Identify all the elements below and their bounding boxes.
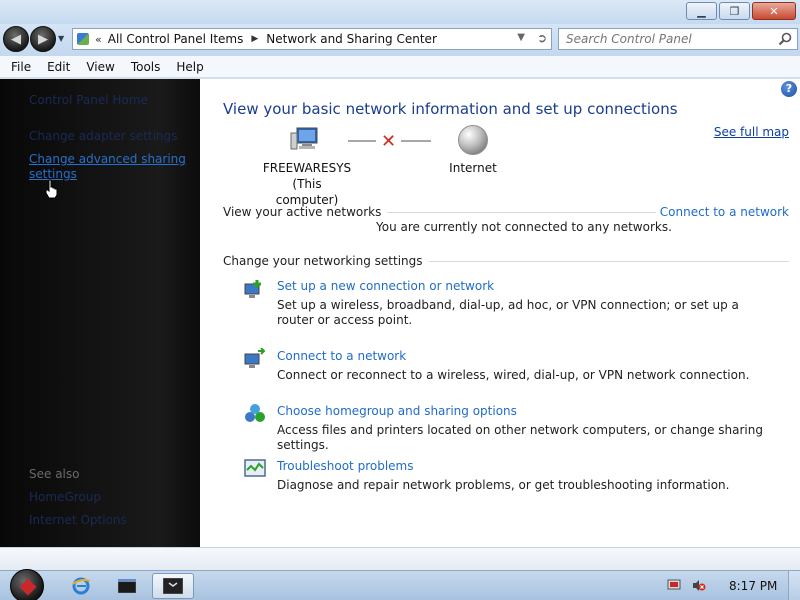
connection-line-right (401, 140, 431, 142)
breadcrumb-separator-icon[interactable]: ▶ (251, 34, 258, 44)
connect-network-description: Connect or reconnect to a wireless, wire… (277, 368, 750, 382)
taskbar-command-prompt[interactable] (106, 573, 148, 599)
internet-explorer-icon (72, 577, 91, 595)
computer-subtitle: (This computer) (275, 177, 339, 207)
taskbar-control-panel[interactable] (152, 573, 194, 599)
troubleshoot-icon (244, 459, 266, 477)
sidebar: Control Panel Home Change adapter settin… (0, 79, 200, 547)
search-icon[interactable] (778, 32, 792, 46)
networking-settings-heading: Change your networking settings (223, 254, 423, 268)
task-setup-connection: Set up a new connection or network Set u… (277, 279, 767, 328)
close-icon: ✕ (769, 4, 779, 18)
task-homegroup-sharing: Choose homegroup and sharing options Acc… (277, 404, 767, 453)
internet-label: Internet (449, 161, 497, 175)
main-content: ? View your basic network information an… (200, 79, 800, 547)
page-title: View your basic network information and … (223, 100, 678, 118)
volume-muted-icon[interactable] (692, 579, 706, 592)
control-panel-window-icon (163, 578, 183, 594)
menu-bar: File Edit View Tools Help (0, 56, 800, 78)
see-full-map-link[interactable]: See full map (714, 125, 789, 139)
taskbar-internet-explorer[interactable] (60, 573, 102, 599)
menu-edit[interactable]: Edit (39, 60, 78, 74)
troubleshoot-link[interactable]: Troubleshoot problems (277, 459, 767, 473)
setup-connection-link[interactable]: Set up a new connection or network (277, 279, 767, 293)
internet-globe-icon (458, 125, 488, 155)
search-box (558, 28, 798, 50)
address-history-dropdown-icon[interactable]: ▼ (517, 32, 525, 43)
breadcrumb-overflow-icon[interactable]: « (95, 33, 102, 46)
sidebar-link-change-adapter-settings[interactable]: Change adapter settings (29, 129, 177, 143)
new-connection-icon (244, 280, 261, 298)
computer-node[interactable]: FREEWARESYS (This computer) (262, 160, 352, 208)
arrow-left-icon: ◀ (11, 31, 21, 47)
see-also-heading: See also (29, 467, 80, 481)
search-input[interactable] (566, 32, 766, 46)
menu-tools[interactable]: Tools (123, 60, 169, 74)
internet-node[interactable]: Internet (443, 160, 503, 176)
homegroup-icon (245, 404, 265, 422)
minimize-button[interactable]: ▁ (686, 2, 717, 20)
windows-logo-icon (19, 578, 37, 596)
breadcrumb-network-and-sharing-center[interactable]: Network and Sharing Center (266, 32, 437, 46)
close-button[interactable]: ✕ (752, 2, 796, 20)
start-button[interactable] (10, 569, 44, 600)
forward-button[interactable]: ▶ (30, 26, 56, 52)
breadcrumb-all-control-panel-items[interactable]: All Control Panel Items (108, 32, 244, 46)
sidebar-link-change-advanced-sharing-settings[interactable]: Change advanced sharing settings (29, 152, 189, 182)
system-clock[interactable]: 8:17 PM (729, 579, 777, 593)
minimize-icon: ▁ (697, 4, 706, 18)
section-divider (428, 260, 789, 262)
troubleshoot-description: Diagnose and repair network problems, or… (277, 478, 730, 492)
taskbar: 8:17 PM (0, 569, 800, 600)
computer-icon (290, 127, 318, 150)
setup-connection-description: Set up a wireless, broadband, dial-up, a… (277, 298, 739, 327)
refresh-icon[interactable]: ➲ (537, 31, 547, 45)
connect-network-icon (244, 348, 266, 368)
help-icon[interactable]: ? (781, 81, 797, 97)
maximize-icon: ❐ (729, 4, 740, 18)
disconnected-x-icon: ✕ (381, 131, 397, 152)
sidebar-link-control-panel-home[interactable]: Control Panel Home (29, 93, 148, 107)
computer-name: FREEWARESYS (262, 161, 352, 175)
connect-to-network-link[interactable]: Connect to a network (655, 205, 789, 219)
active-networks-heading: View your active networks (223, 205, 382, 219)
connection-line-left (348, 140, 376, 142)
task-troubleshoot: Troubleshoot problems Diagnose and repai… (277, 459, 767, 493)
homegroup-sharing-link[interactable]: Choose homegroup and sharing options (277, 404, 767, 418)
navigation-bar: ◀ ▶ ▼ « All Control Panel Items ▶ Networ… (0, 24, 800, 56)
hand-cursor-icon (45, 179, 58, 199)
sidebar-link-internet-options[interactable]: Internet Options (29, 513, 127, 527)
terminal-icon (118, 579, 136, 593)
show-desktop-button[interactable] (788, 571, 800, 600)
not-connected-message: You are currently not connected to any n… (376, 220, 672, 234)
title-bar: ▁ ❐ ✕ (0, 0, 800, 24)
homegroup-sharing-description: Access files and printers located on oth… (277, 423, 763, 452)
arrow-right-icon: ▶ (38, 31, 48, 47)
address-bar[interactable]: « All Control Panel Items ▶ Network and … (72, 28, 552, 50)
maximize-button[interactable]: ❐ (719, 2, 750, 20)
networking-settings-section: Change your networking settings (223, 254, 789, 268)
sidebar-link-homegroup[interactable]: HomeGroup (29, 490, 101, 504)
status-strip (0, 547, 800, 570)
menu-help[interactable]: Help (168, 60, 211, 74)
task-connect-network: Connect to a network Connect or reconnec… (277, 349, 767, 383)
action-center-flag-icon[interactable] (667, 579, 681, 592)
menu-view[interactable]: View (78, 60, 122, 74)
control-panel-icon (77, 33, 89, 45)
back-button[interactable]: ◀ (3, 26, 29, 52)
connect-network-task-link[interactable]: Connect to a network (277, 349, 767, 363)
menu-file[interactable]: File (3, 60, 39, 74)
window-controls: ▁ ❐ ✕ (686, 2, 796, 20)
recent-pages-dropdown-icon[interactable]: ▼ (58, 34, 64, 43)
